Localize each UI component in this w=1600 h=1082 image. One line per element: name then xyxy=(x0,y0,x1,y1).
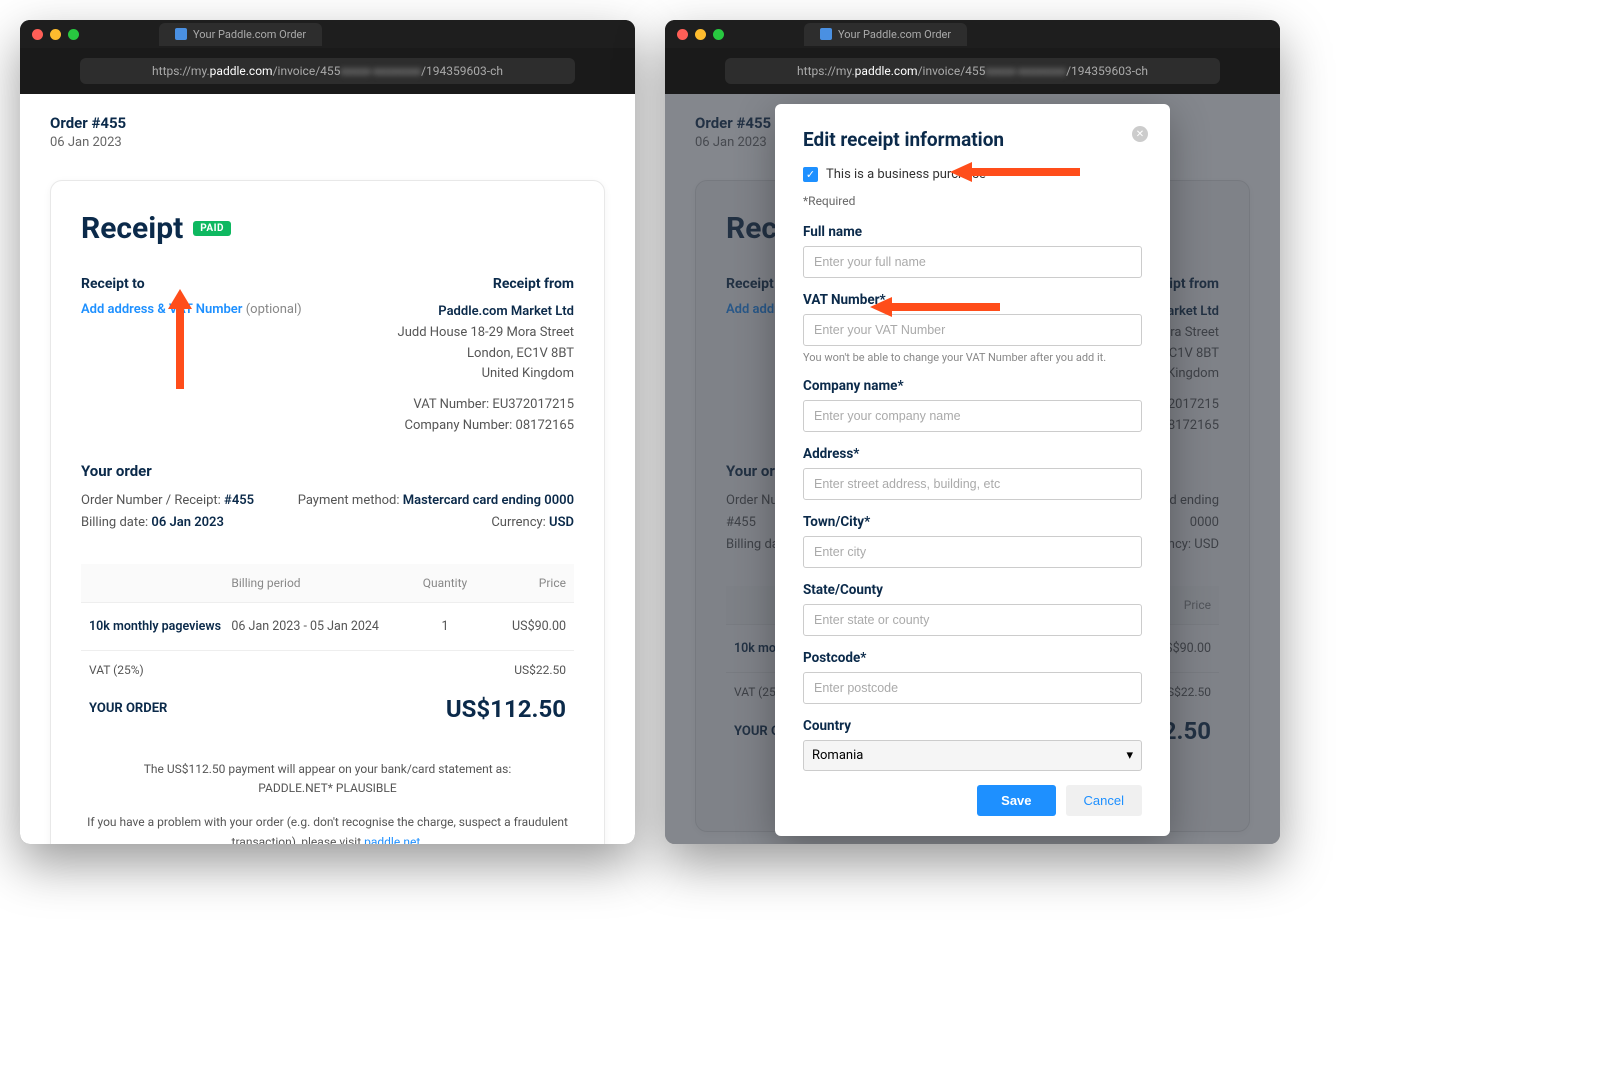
statement-note: The US$112.50 payment will appear on you… xyxy=(81,760,574,798)
minimize-dot[interactable] xyxy=(50,29,61,40)
url-bar: https://my.paddle.com/invoice/455xxxxx-x… xyxy=(665,48,1280,94)
postcode-input[interactable] xyxy=(803,672,1142,704)
optional-text: (optional) xyxy=(246,302,302,317)
page-content: Order #455 06 Jan 2023 Receipt PAID Rece… xyxy=(20,94,635,844)
state-label: State/County xyxy=(803,582,1142,598)
order-number: Order #455 xyxy=(50,114,605,132)
page-content: Order #455 06 Jan 2023 Receipt Receipt t… xyxy=(665,94,1280,844)
traffic-lights xyxy=(677,29,724,40)
fullname-label: Full name xyxy=(803,224,1142,240)
paid-badge: PAID xyxy=(193,221,231,236)
receipt-to-label: Receipt to xyxy=(81,276,302,292)
table-row: 10k monthly pageviews 06 Jan 2023 - 05 J… xyxy=(81,603,574,651)
postcode-label: Postcode* xyxy=(803,650,1142,666)
state-input[interactable] xyxy=(803,604,1142,636)
vat-label: VAT Number* xyxy=(803,292,1142,308)
grand-total: YOUR ORDER US$112.50 xyxy=(81,689,574,745)
receipt-window: Your Paddle.com Order https://my.paddle.… xyxy=(20,20,635,844)
problem-note: If you have a problem with your order (e… xyxy=(81,813,574,844)
city-label: Town/City* xyxy=(803,514,1142,530)
vat-input[interactable] xyxy=(803,314,1142,346)
favicon xyxy=(175,28,187,40)
chevron-down-icon: ▾ xyxy=(1126,748,1133,763)
company-input[interactable] xyxy=(803,400,1142,432)
close-dot[interactable] xyxy=(677,29,688,40)
table-header: Billing period Quantity Price xyxy=(81,564,574,603)
add-address-link[interactable]: Add address & VAT Number xyxy=(81,302,242,317)
address-input[interactable] xyxy=(803,468,1142,500)
business-label: This is a business purchase xyxy=(826,167,986,182)
url-bar: https://my.paddle.com/invoice/455xxxxx-x… xyxy=(20,48,635,94)
edit-modal: Edit receipt information ✕ ✓ This is a b… xyxy=(775,104,1170,836)
country-select[interactable]: Romania ▾ xyxy=(803,740,1142,771)
close-dot[interactable] xyxy=(32,29,43,40)
browser-tab[interactable]: Your Paddle.com Order xyxy=(804,23,967,46)
vat-hint: You won't be able to change your VAT Num… xyxy=(803,351,1142,364)
vat-row: VAT (25%) US$22.50 xyxy=(81,651,574,689)
save-button[interactable]: Save xyxy=(977,785,1055,816)
maximize-dot[interactable] xyxy=(68,29,79,40)
receipt-card: Receipt PAID Receipt to Add address & VA… xyxy=(50,180,605,844)
titlebar: Your Paddle.com Order xyxy=(665,20,1280,48)
from-addr2: London, EC1V 8BT xyxy=(398,344,574,365)
required-hint: *Required xyxy=(803,194,1142,208)
edit-window: Your Paddle.com Order https://my.paddle.… xyxy=(665,20,1280,844)
paddle-net-link[interactable]: paddle.net xyxy=(364,835,420,844)
traffic-lights xyxy=(32,29,79,40)
cancel-button[interactable]: Cancel xyxy=(1066,785,1142,816)
close-icon[interactable]: ✕ xyxy=(1132,126,1148,142)
country-label: Country xyxy=(803,718,1142,734)
business-checkbox[interactable]: ✓ xyxy=(803,167,818,182)
titlebar: Your Paddle.com Order xyxy=(20,20,635,48)
browser-tab[interactable]: Your Paddle.com Order xyxy=(159,23,322,46)
from-company: Paddle.com Market Ltd xyxy=(398,302,574,323)
order-date: 06 Jan 2023 xyxy=(50,135,605,150)
from-addr1: Judd House 18-29 Mora Street xyxy=(398,323,574,344)
url-input[interactable]: https://my.paddle.com/invoice/455xxxxx-x… xyxy=(80,58,575,84)
from-addr3: United Kingdom xyxy=(398,364,574,385)
company-number: Company Number: 08172165 xyxy=(398,416,574,437)
maximize-dot[interactable] xyxy=(713,29,724,40)
minimize-dot[interactable] xyxy=(695,29,706,40)
tab-title: Your Paddle.com Order xyxy=(193,28,306,41)
fullname-input[interactable] xyxy=(803,246,1142,278)
vat-number: VAT Number: EU372017215 xyxy=(398,395,574,416)
modal-title: Edit receipt information xyxy=(803,128,1142,151)
tab-title: Your Paddle.com Order xyxy=(838,28,951,41)
address-label: Address* xyxy=(803,446,1142,462)
url-input[interactable]: https://my.paddle.com/invoice/455xxxxx-x… xyxy=(725,58,1220,84)
company-label: Company name* xyxy=(803,378,1142,394)
receipt-heading: Receipt xyxy=(81,211,183,246)
city-input[interactable] xyxy=(803,536,1142,568)
your-order-label: Your order xyxy=(81,462,574,480)
favicon xyxy=(820,28,832,40)
receipt-from-label: Receipt from xyxy=(398,276,574,292)
